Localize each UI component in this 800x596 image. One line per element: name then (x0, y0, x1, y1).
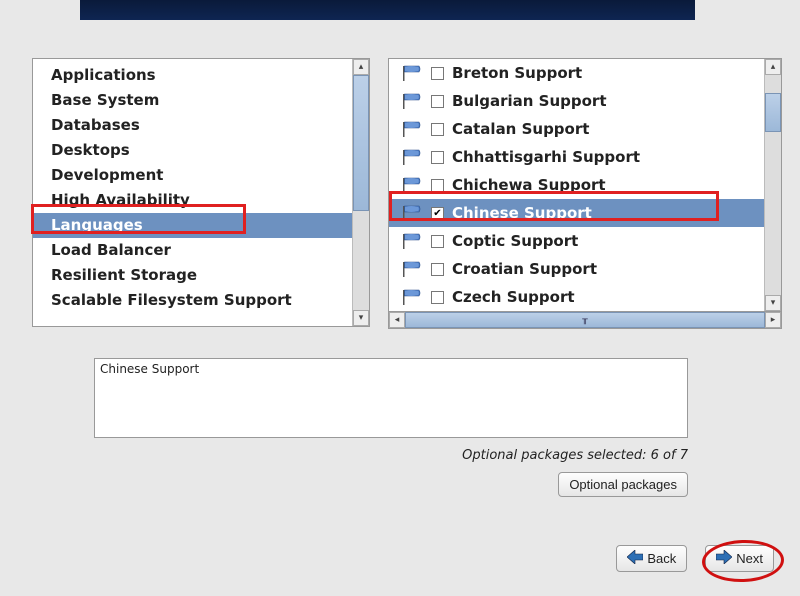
package-item[interactable]: Croatian Support (389, 255, 764, 283)
category-list-box: Applications Base System Databases Desktops… (32, 58, 370, 327)
package-list[interactable]: Breton Support Bulgarian Support Catalan S… (389, 59, 764, 311)
package-checkbox[interactable] (431, 291, 444, 304)
category-item[interactable]: Languages (33, 213, 352, 238)
package-label: Croatian Support (452, 260, 760, 278)
next-button[interactable]: Next (705, 545, 774, 572)
category-item[interactable]: Development (33, 163, 352, 188)
category-item[interactable]: High Availability (33, 188, 352, 213)
category-label: Applications (51, 66, 156, 84)
category-label: Databases (51, 116, 140, 134)
package-checkbox[interactable] (431, 179, 444, 192)
optional-packages-button[interactable]: Optional packages (558, 472, 688, 497)
package-item[interactable]: Chichewa Support (389, 171, 764, 199)
package-item[interactable]: Bulgarian Support (389, 87, 764, 115)
scroll-left-icon[interactable]: ◂ (389, 312, 405, 328)
package-item[interactable]: ✔ Chinese Support (389, 199, 764, 227)
back-label: Back (647, 551, 676, 566)
package-label: Czech Support (452, 288, 760, 306)
package-checkbox[interactable] (431, 235, 444, 248)
selection-panels: Applications Base System Databases Desktops… (32, 58, 782, 329)
package-checkbox[interactable] (431, 151, 444, 164)
package-checkbox[interactable] (431, 67, 444, 80)
category-item[interactable]: Scalable Filesystem Support (33, 288, 352, 313)
scroll-down-icon[interactable]: ▾ (353, 310, 369, 326)
scroll-right-icon[interactable]: ▸ (765, 312, 781, 328)
flag-icon (401, 232, 423, 250)
category-scrollbar[interactable]: ▴ ▾ (352, 59, 369, 326)
flag-icon (401, 92, 423, 110)
package-label: Chichewa Support (452, 176, 760, 194)
hscroll-thumb[interactable]: ╥ (405, 312, 765, 328)
flag-icon (401, 204, 423, 222)
scroll-down-icon[interactable]: ▾ (765, 295, 781, 311)
package-item[interactable]: Czech Support (389, 283, 764, 311)
optional-packages-status: Optional packages selected: 6 of 7 (94, 448, 688, 463)
description-box: Chinese Support (94, 358, 688, 438)
scroll-track[interactable] (353, 75, 369, 310)
category-item[interactable]: Resilient Storage (33, 263, 352, 288)
package-scrollbar[interactable]: ▴ ▾ (764, 59, 781, 311)
category-item[interactable]: Desktops (33, 138, 352, 163)
category-label: Base System (51, 91, 159, 109)
package-checkbox[interactable] (431, 95, 444, 108)
category-item[interactable]: Base System (33, 88, 352, 113)
top-banner (80, 0, 695, 20)
flag-icon (401, 288, 423, 306)
category-item[interactable]: Databases (33, 113, 352, 138)
package-list-box: Breton Support Bulgarian Support Catalan S… (388, 58, 782, 312)
flag-icon (401, 176, 423, 194)
arrow-right-icon (716, 550, 732, 567)
scroll-thumb[interactable] (353, 75, 369, 211)
category-item[interactable]: Load Balancer (33, 238, 352, 263)
flag-icon (401, 260, 423, 278)
category-label: High Availability (51, 191, 190, 209)
package-label: Breton Support (452, 64, 760, 82)
next-label: Next (736, 551, 763, 566)
package-label: Coptic Support (452, 232, 760, 250)
optional-packages-label: Optional packages (569, 477, 677, 492)
package-item[interactable]: Catalan Support (389, 115, 764, 143)
category-label: Development (51, 166, 163, 184)
package-item[interactable]: Breton Support (389, 59, 764, 87)
package-checkbox[interactable] (431, 123, 444, 136)
flag-icon (401, 148, 423, 166)
nav-buttons: Back Next (616, 545, 774, 572)
scroll-up-icon[interactable]: ▴ (353, 59, 369, 75)
package-label: Chhattisgarhi Support (452, 148, 760, 166)
scroll-track[interactable] (765, 75, 781, 295)
category-label: Languages (51, 216, 143, 234)
category-label: Desktops (51, 141, 130, 159)
category-list[interactable]: Applications Base System Databases Desktops… (33, 59, 352, 326)
package-label: Chinese Support (452, 204, 760, 222)
optional-packages-row: Optional packages (94, 472, 688, 497)
package-checkbox[interactable] (431, 263, 444, 276)
package-item[interactable]: Chhattisgarhi Support (389, 143, 764, 171)
package-panel: Breton Support Bulgarian Support Catalan S… (388, 58, 782, 329)
scroll-up-icon[interactable]: ▴ (765, 59, 781, 75)
category-label: Load Balancer (51, 241, 171, 259)
package-label: Bulgarian Support (452, 92, 760, 110)
arrow-left-icon (627, 550, 643, 567)
category-label: Scalable Filesystem Support (51, 291, 292, 309)
package-checkbox[interactable]: ✔ (431, 207, 444, 220)
back-button[interactable]: Back (616, 545, 687, 572)
hscroll-track[interactable]: ╥ (405, 312, 765, 328)
package-hscrollbar[interactable]: ◂ ╥ ▸ (388, 312, 782, 329)
description-text: Chinese Support (100, 362, 199, 376)
flag-icon (401, 120, 423, 138)
flag-icon (401, 64, 423, 82)
category-item[interactable]: Applications (33, 63, 352, 88)
package-label: Catalan Support (452, 120, 760, 138)
scroll-thumb[interactable] (765, 93, 781, 133)
package-item[interactable]: Coptic Support (389, 227, 764, 255)
category-label: Resilient Storage (51, 266, 197, 284)
